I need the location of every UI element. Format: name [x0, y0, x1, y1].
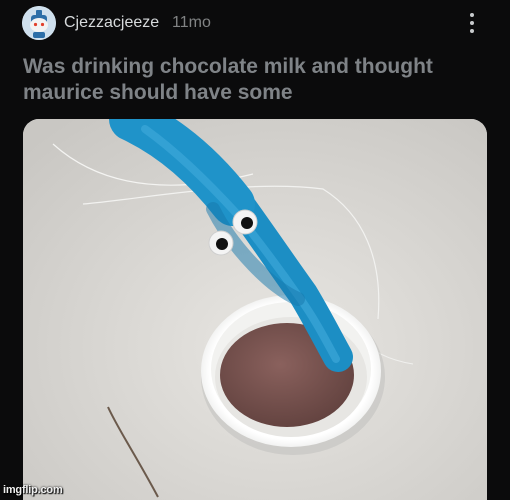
post-title[interactable]: Was drinking chocolate milk and thought … [23, 54, 493, 106]
more-options-button[interactable] [462, 10, 482, 38]
post-header: Cjezzacjeeze 11mo [0, 0, 510, 50]
post-age: 11mo [172, 14, 211, 31]
photo-pipe-cleaner-worm-drinking-milk [23, 119, 487, 500]
post-image[interactable] [23, 119, 487, 500]
post-author[interactable]: Cjezzacjeeze [64, 14, 159, 32]
snoo-avatar-icon [22, 6, 56, 40]
more-vertical-icon [470, 13, 474, 17]
avatar[interactable] [22, 6, 56, 40]
more-vertical-icon-dot [470, 29, 474, 33]
more-vertical-icon-dot [470, 21, 474, 25]
imgflip-watermark: imgflip.com [3, 484, 63, 496]
